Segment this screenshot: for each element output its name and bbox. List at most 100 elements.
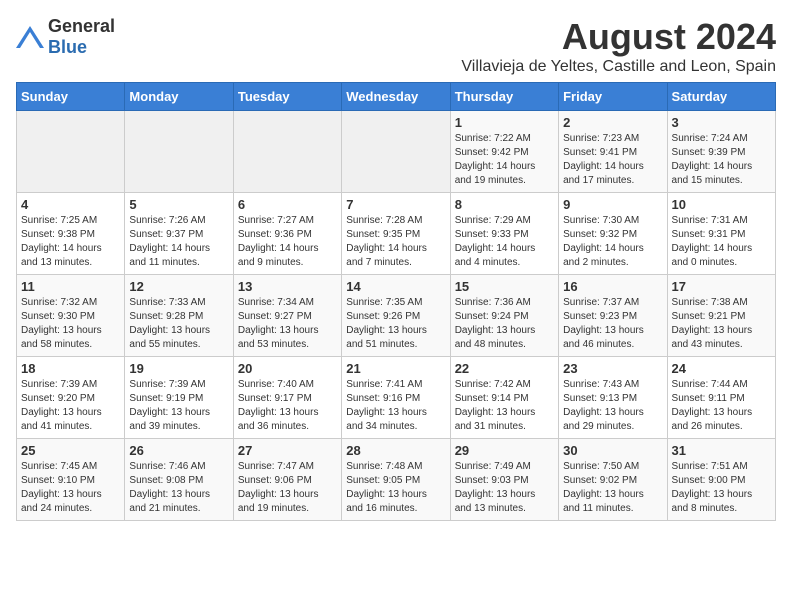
day-info: Sunrise: 7:33 AMSunset: 9:28 PMDaylight:… [129,296,228,352]
day-number: 27 [238,443,337,458]
day-number: 7 [346,197,445,212]
header-cell-friday: Friday [559,83,667,111]
day-info: Sunrise: 7:38 AMSunset: 9:21 PMDaylight:… [672,296,771,352]
day-info: Sunrise: 7:42 AMSunset: 9:14 PMDaylight:… [455,378,554,434]
day-info: Sunrise: 7:46 AMSunset: 9:08 PMDaylight:… [129,460,228,516]
calendar-cell: 7 Sunrise: 7:28 AMSunset: 9:35 PMDaylight… [342,193,450,275]
calendar-cell [342,111,450,193]
day-number: 14 [346,279,445,294]
calendar-cell: 18Sunrise: 7:39 AMSunset: 9:20 PMDayligh… [17,357,125,439]
calendar-header: SundayMondayTuesdayWednesdayThursdayFrid… [17,83,776,111]
calendar-cell: 2 Sunrise: 7:23 AMSunset: 9:41 PMDaylight… [559,111,667,193]
calendar-cell: 5Sunrise: 7:26 AMSunset: 9:37 PMDaylight… [125,193,233,275]
day-number: 25 [21,443,120,458]
calendar-cell: 3Sunrise: 7:24 AMSunset: 9:39 PMDaylight… [667,111,775,193]
calendar-cell: 26 Sunrise: 7:46 AMSunset: 9:08 PMDayligh… [125,439,233,521]
day-number: 19 [129,361,228,376]
day-info: Sunrise: 7:22 AMSunset: 9:42 PMDaylight:… [455,132,554,188]
day-number: 23 [563,361,662,376]
day-number: 17 [672,279,771,294]
day-info: Sunrise: 7:35 AMSunset: 9:26 PMDaylight:… [346,296,445,352]
day-info: Sunrise: 7:43 AMSunset: 9:13 PMDaylight:… [563,378,662,434]
day-info: Sunrise: 7:25 AMSunset: 9:38 PMDaylight:… [21,214,120,270]
day-number: 10 [672,197,771,212]
calendar-cell: 27 Sunrise: 7:47 AMSunset: 9:06 PMDayligh… [233,439,341,521]
header-cell-monday: Monday [125,83,233,111]
day-number: 26 [129,443,228,458]
day-info: Sunrise: 7:41 AMSunset: 9:16 PMDaylight:… [346,378,445,434]
day-number: 12 [129,279,228,294]
day-info: Sunrise: 7:31 AMSunset: 9:31 PMDaylight:… [672,214,771,270]
day-info: Sunrise: 7:37 AMSunset: 9:23 PMDaylight:… [563,296,662,352]
day-info: Sunrise: 7:40 AMSunset: 9:17 PMDaylight:… [238,378,337,434]
calendar-cell: 12 Sunrise: 7:33 AMSunset: 9:28 PMDayligh… [125,275,233,357]
day-info: Sunrise: 7:34 AMSunset: 9:27 PMDaylight:… [238,296,337,352]
day-number: 5 [129,197,228,212]
calendar-cell: 28 Sunrise: 7:48 AMSunset: 9:05 PMDayligh… [342,439,450,521]
day-info: Sunrise: 7:23 AMSunset: 9:41 PMDaylight:… [563,132,662,188]
calendar-cell: 17 Sunrise: 7:38 AMSunset: 9:21 PMDayligh… [667,275,775,357]
calendar-cell: 22 Sunrise: 7:42 AMSunset: 9:14 PMDayligh… [450,357,558,439]
day-info: Sunrise: 7:32 AMSunset: 9:30 PMDaylight:… [21,296,120,352]
calendar-cell: 23 Sunrise: 7:43 AMSunset: 9:13 PMDayligh… [559,357,667,439]
week-row-2: 4Sunrise: 7:25 AMSunset: 9:38 PMDaylight… [17,193,776,275]
calendar-cell [233,111,341,193]
calendar-cell [125,111,233,193]
day-number: 8 [455,197,554,212]
calendar-cell: 14 Sunrise: 7:35 AMSunset: 9:26 PMDayligh… [342,275,450,357]
day-info: Sunrise: 7:45 AMSunset: 9:10 PMDaylight:… [21,460,120,516]
calendar-cell: 21Sunrise: 7:41 AMSunset: 9:16 PMDayligh… [342,357,450,439]
subtitle: Villavieja de Yeltes, Castille and Leon,… [461,58,776,76]
day-number: 13 [238,279,337,294]
calendar-cell: 8 Sunrise: 7:29 AMSunset: 9:33 PMDaylight… [450,193,558,275]
calendar-cell: 24Sunrise: 7:44 AMSunset: 9:11 PMDayligh… [667,357,775,439]
day-info: Sunrise: 7:29 AMSunset: 9:33 PMDaylight:… [455,214,554,270]
calendar-cell: 29 Sunrise: 7:49 AMSunset: 9:03 PMDayligh… [450,439,558,521]
calendar-cell: 1 Sunrise: 7:22 AMSunset: 9:42 PMDaylight… [450,111,558,193]
day-info: Sunrise: 7:30 AMSunset: 9:32 PMDaylight:… [563,214,662,270]
header-cell-thursday: Thursday [450,83,558,111]
calendar-cell: 10 Sunrise: 7:31 AMSunset: 9:31 PMDayligh… [667,193,775,275]
calendar-cell: 16Sunrise: 7:37 AMSunset: 9:23 PMDayligh… [559,275,667,357]
day-info: Sunrise: 7:50 AMSunset: 9:02 PMDaylight:… [563,460,662,516]
header-row: SundayMondayTuesdayWednesdayThursdayFrid… [17,83,776,111]
day-info: Sunrise: 7:49 AMSunset: 9:03 PMDaylight:… [455,460,554,516]
header: General Blue August 2024 Villavieja de Y… [16,16,776,76]
week-row-4: 18Sunrise: 7:39 AMSunset: 9:20 PMDayligh… [17,357,776,439]
day-info: Sunrise: 7:27 AMSunset: 9:36 PMDaylight:… [238,214,337,270]
day-info: Sunrise: 7:28 AMSunset: 9:35 PMDaylight:… [346,214,445,270]
day-number: 28 [346,443,445,458]
day-info: Sunrise: 7:48 AMSunset: 9:05 PMDaylight:… [346,460,445,516]
calendar-cell: 31Sunrise: 7:51 AMSunset: 9:00 PMDayligh… [667,439,775,521]
calendar-body: 1 Sunrise: 7:22 AMSunset: 9:42 PMDaylight… [17,111,776,521]
calendar-cell: 20 Sunrise: 7:40 AMSunset: 9:17 PMDayligh… [233,357,341,439]
calendar-cell: 15 Sunrise: 7:36 AMSunset: 9:24 PMDayligh… [450,275,558,357]
day-number: 15 [455,279,554,294]
day-number: 30 [563,443,662,458]
day-info: Sunrise: 7:36 AMSunset: 9:24 PMDaylight:… [455,296,554,352]
day-number: 11 [21,279,120,294]
day-info: Sunrise: 7:44 AMSunset: 9:11 PMDaylight:… [672,378,771,434]
calendar-cell [17,111,125,193]
calendar-table: SundayMondayTuesdayWednesdayThursdayFrid… [16,82,776,521]
logo: General Blue [16,16,115,58]
day-number: 2 [563,115,662,130]
logo-text-general: General [48,16,115,36]
header-cell-sunday: Sunday [17,83,125,111]
calendar-cell: 30 Sunrise: 7:50 AMSunset: 9:02 PMDayligh… [559,439,667,521]
calendar-cell: 4Sunrise: 7:25 AMSunset: 9:38 PMDaylight… [17,193,125,275]
day-number: 29 [455,443,554,458]
calendar-cell: 9Sunrise: 7:30 AMSunset: 9:32 PMDaylight… [559,193,667,275]
calendar-cell: 25 Sunrise: 7:45 AMSunset: 9:10 PMDayligh… [17,439,125,521]
day-number: 18 [21,361,120,376]
header-cell-saturday: Saturday [667,83,775,111]
day-number: 22 [455,361,554,376]
day-info: Sunrise: 7:51 AMSunset: 9:00 PMDaylight:… [672,460,771,516]
week-row-5: 25 Sunrise: 7:45 AMSunset: 9:10 PMDayligh… [17,439,776,521]
day-number: 1 [455,115,554,130]
week-row-3: 11 Sunrise: 7:32 AMSunset: 9:30 PMDayligh… [17,275,776,357]
day-number: 20 [238,361,337,376]
week-row-1: 1 Sunrise: 7:22 AMSunset: 9:42 PMDaylight… [17,111,776,193]
logo-icon [16,26,44,48]
day-info: Sunrise: 7:47 AMSunset: 9:06 PMDaylight:… [238,460,337,516]
